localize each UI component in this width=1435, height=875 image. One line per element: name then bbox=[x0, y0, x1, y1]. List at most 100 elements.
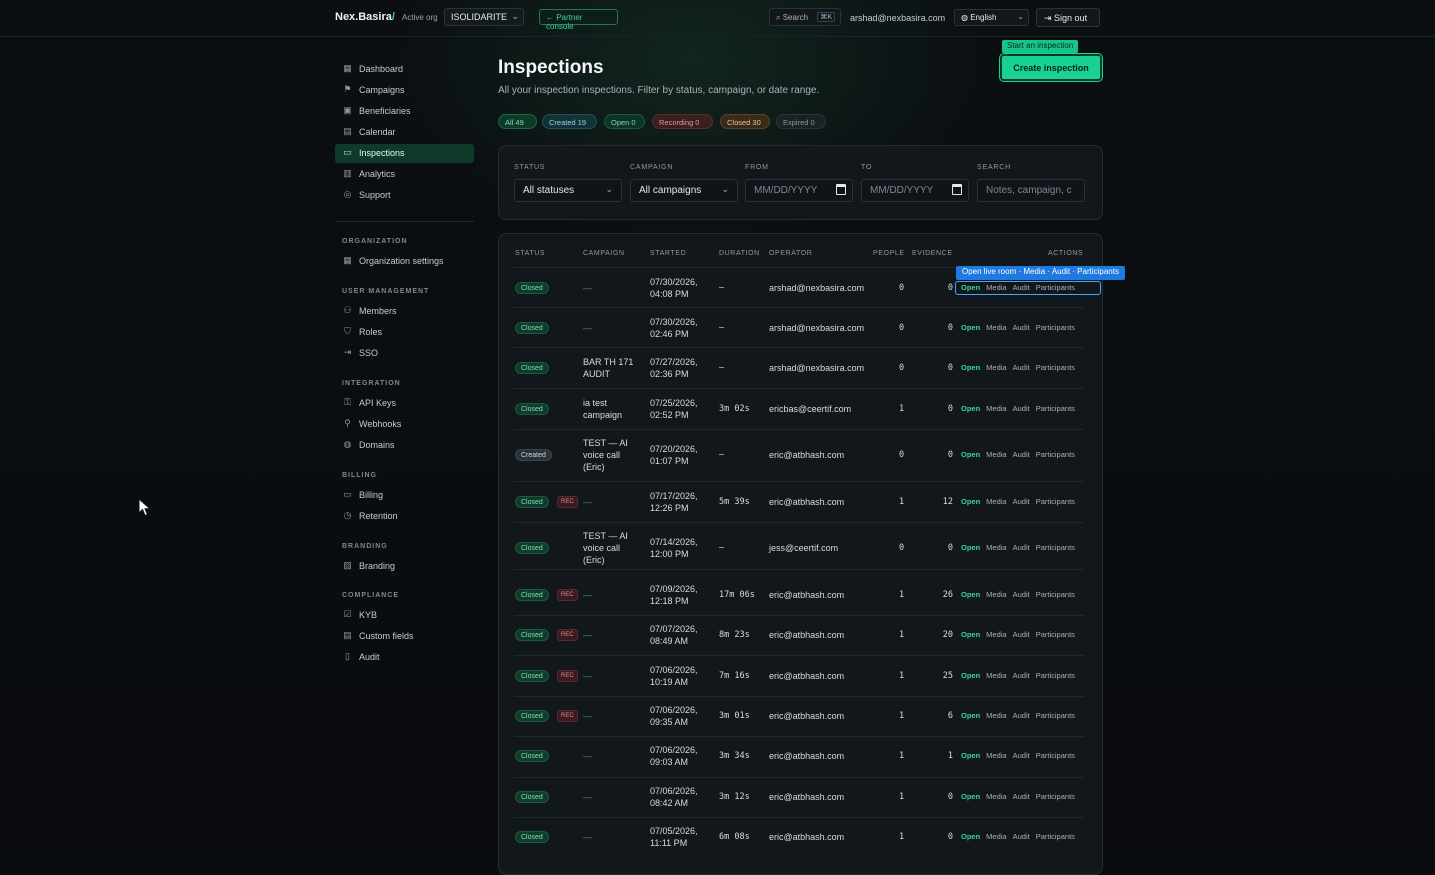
sidebar-item-calendar[interactable]: ▤ Calendar bbox=[335, 123, 474, 142]
media-action-link[interactable]: Media bbox=[986, 323, 1006, 332]
status-chip[interactable]: All 49 bbox=[498, 114, 537, 129]
sidebar-item-audit[interactable]: ▯ Audit bbox=[335, 648, 474, 667]
status-chip[interactable]: Recording 0 bbox=[652, 114, 713, 129]
media-action-link[interactable]: Media bbox=[986, 363, 1006, 372]
column-header[interactable]: STATUS bbox=[515, 250, 545, 257]
open-action-link[interactable]: Open bbox=[961, 450, 980, 459]
status-filter-select[interactable]: All statuses ⌄ bbox=[514, 179, 622, 202]
participants-action-link[interactable]: Participants bbox=[1036, 323, 1075, 332]
audit-action-link[interactable]: Audit bbox=[1013, 832, 1030, 841]
media-action-link[interactable]: Media bbox=[986, 590, 1006, 599]
column-header[interactable]: OPERATOR bbox=[769, 250, 812, 257]
status-chip[interactable]: Created 19 bbox=[542, 114, 597, 129]
logo[interactable]: Nex.Basira/ bbox=[335, 11, 395, 23]
media-action-link[interactable]: Media bbox=[986, 543, 1006, 552]
sidebar-item-roles[interactable]: ⛉ Roles bbox=[335, 323, 474, 342]
audit-action-link[interactable]: Audit bbox=[1013, 497, 1030, 506]
column-header[interactable]: EVIDENCE bbox=[912, 250, 953, 257]
sidebar-item-beneficiaries[interactable]: ▣ Beneficiaries bbox=[335, 102, 474, 121]
media-action-link[interactable]: Media bbox=[986, 832, 1006, 841]
search-filter-input[interactable]: Notes, campaign, c bbox=[977, 179, 1085, 202]
column-header[interactable]: PEOPLE bbox=[873, 250, 905, 257]
participants-action-link[interactable]: Participants bbox=[1036, 751, 1075, 760]
open-action-link[interactable]: Open bbox=[961, 323, 980, 332]
column-header[interactable]: CAMPAIGN bbox=[583, 250, 625, 257]
sidebar-item-domains[interactable]: ◍ Domains bbox=[335, 436, 474, 455]
audit-action-link[interactable]: Audit bbox=[1013, 323, 1030, 332]
org-select[interactable]: ISOLIDARITE ⌄ bbox=[444, 8, 524, 26]
participants-action-link[interactable]: Participants bbox=[1036, 497, 1075, 506]
open-action-link[interactable]: Open bbox=[961, 792, 980, 801]
sidebar-item-organization-settings[interactable]: ▦ Organization settings bbox=[335, 252, 474, 271]
sidebar-item-campaigns[interactable]: ⚑ Campaigns bbox=[335, 81, 474, 100]
open-action-link[interactable]: Open bbox=[961, 751, 980, 760]
partner-console-button[interactable]: ← Partner console bbox=[539, 9, 618, 31]
media-action-link[interactable]: Media bbox=[986, 792, 1006, 801]
participants-action-link[interactable]: Participants bbox=[1036, 450, 1075, 459]
media-action-link[interactable]: Media bbox=[986, 630, 1006, 639]
calendar-icon[interactable] bbox=[836, 184, 846, 195]
sidebar-item-branding[interactable]: ▨ Branding bbox=[335, 557, 474, 576]
sidebar-item-sso[interactable]: ⇥ SSO bbox=[335, 344, 474, 363]
media-action-link[interactable]: Media bbox=[986, 671, 1006, 680]
participants-action-link[interactable]: Participants bbox=[1036, 363, 1075, 372]
from-date-input[interactable]: MM/DD/YYYY bbox=[745, 179, 853, 202]
sidebar-item-retention[interactable]: ◷ Retention bbox=[335, 507, 474, 526]
sidebar-item-api-keys[interactable]: ⚿ API Keys bbox=[335, 394, 474, 413]
audit-action-link[interactable]: Audit bbox=[1013, 543, 1030, 552]
open-action-link[interactable]: Open bbox=[961, 590, 980, 599]
open-action-link[interactable]: Open bbox=[961, 543, 980, 552]
sidebar-item-inspections[interactable]: ▭ Inspections bbox=[335, 144, 474, 163]
audit-action-link[interactable]: Audit bbox=[1013, 630, 1030, 639]
audit-action-link[interactable]: Audit bbox=[1013, 792, 1030, 801]
open-action-link[interactable]: Open bbox=[961, 363, 980, 372]
to-date-input[interactable]: MM/DD/YYYY bbox=[861, 179, 969, 202]
audit-action-link[interactable]: Audit bbox=[1013, 671, 1030, 680]
media-action-link[interactable]: Media bbox=[986, 450, 1006, 459]
media-action-link[interactable]: Media bbox=[986, 497, 1006, 506]
participants-action-link[interactable]: Participants bbox=[1036, 590, 1075, 599]
participants-action-link[interactable]: Participants bbox=[1036, 792, 1075, 801]
audit-action-link[interactable]: Audit bbox=[1013, 590, 1030, 599]
open-action-link[interactable]: Open bbox=[961, 671, 980, 680]
participants-action-link[interactable]: Participants bbox=[1036, 671, 1075, 680]
sign-out-button[interactable]: ⇥ Sign out bbox=[1036, 8, 1100, 27]
global-search-button[interactable]: ⌕ Search ⌘K bbox=[769, 8, 841, 26]
open-action-link[interactable]: Open bbox=[961, 497, 980, 506]
column-header[interactable]: STARTED bbox=[650, 250, 686, 257]
participants-action-link[interactable]: Participants bbox=[1036, 832, 1075, 841]
open-action-link[interactable]: Open bbox=[961, 711, 980, 720]
campaign-filter-select[interactable]: All campaigns ⌄ bbox=[630, 179, 738, 202]
media-action-link[interactable]: Media bbox=[986, 711, 1006, 720]
participants-action-link[interactable]: Participants bbox=[1036, 711, 1075, 720]
status-chip[interactable]: Open 0 bbox=[604, 114, 645, 129]
sidebar-item-custom-fields[interactable]: ▤ Custom fields bbox=[335, 627, 474, 646]
media-action-link[interactable]: Media bbox=[986, 404, 1006, 413]
column-header[interactable]: ACTIONS bbox=[1048, 250, 1083, 257]
audit-action-link[interactable]: Audit bbox=[1013, 404, 1030, 413]
create-inspection-button[interactable]: Create inspection bbox=[1000, 54, 1102, 81]
open-action-link[interactable]: Open bbox=[961, 832, 980, 841]
sidebar-item-billing[interactable]: ▭ Billing bbox=[335, 486, 474, 505]
sidebar-item-webhooks[interactable]: ⚲ Webhooks bbox=[335, 415, 474, 434]
sidebar-item-kyb[interactable]: ☑ KYB bbox=[335, 606, 474, 625]
participants-action-link[interactable]: Participants bbox=[1036, 404, 1075, 413]
sidebar-item-dashboard[interactable]: ▦ Dashboard bbox=[335, 60, 474, 79]
column-header[interactable]: DURATION bbox=[719, 250, 760, 257]
status-chip[interactable]: Closed 30 bbox=[720, 114, 770, 129]
sidebar-item-support[interactable]: ◎ Support bbox=[335, 186, 474, 205]
language-select[interactable]: ◍ English ⌄ bbox=[954, 9, 1029, 26]
media-action-link[interactable]: Media bbox=[986, 751, 1006, 760]
participants-action-link[interactable]: Participants bbox=[1036, 543, 1075, 552]
sidebar-item-analytics[interactable]: ▥ Analytics bbox=[335, 165, 474, 184]
audit-action-link[interactable]: Audit bbox=[1013, 751, 1030, 760]
sidebar-item-members[interactable]: ⚇ Members bbox=[335, 302, 474, 321]
status-chip[interactable]: Expired 0 bbox=[776, 114, 826, 129]
open-action-link[interactable]: Open bbox=[961, 630, 980, 639]
audit-action-link[interactable]: Audit bbox=[1013, 363, 1030, 372]
calendar-icon[interactable] bbox=[952, 184, 962, 195]
open-action-link[interactable]: Open bbox=[961, 404, 980, 413]
audit-action-link[interactable]: Audit bbox=[1013, 450, 1030, 459]
participants-action-link[interactable]: Participants bbox=[1036, 630, 1075, 639]
audit-action-link[interactable]: Audit bbox=[1013, 711, 1030, 720]
